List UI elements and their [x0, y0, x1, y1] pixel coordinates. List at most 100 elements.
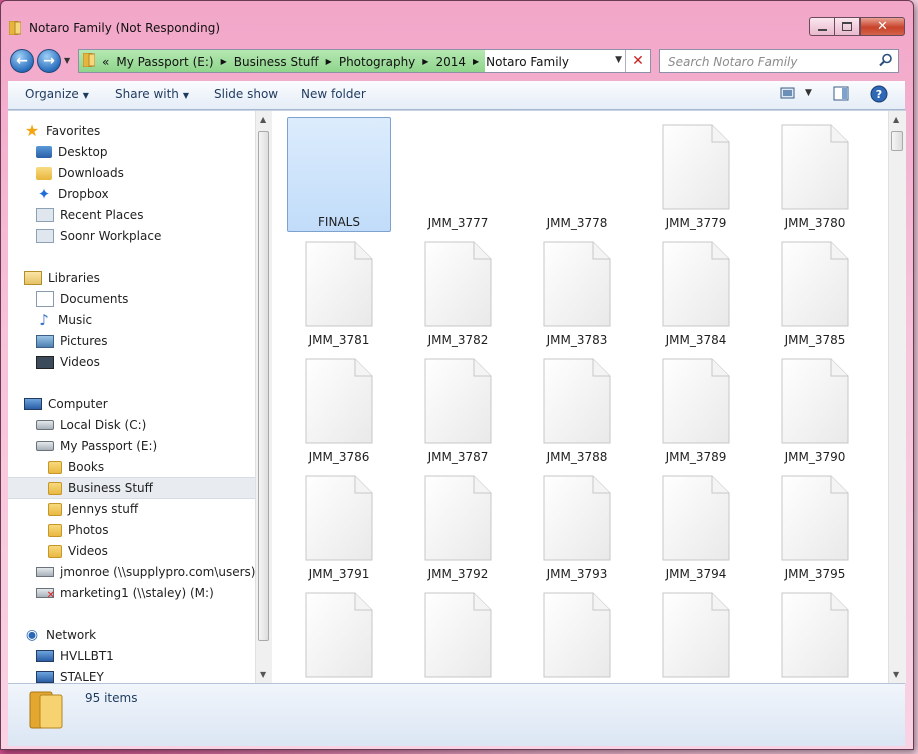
folder-item[interactable]: FINALS	[287, 117, 391, 232]
file-item[interactable]: JMM_3788	[525, 351, 629, 466]
file-item[interactable]: JMM_3785	[763, 234, 867, 349]
maximize-button[interactable]	[834, 17, 860, 36]
nav-network-drive-h[interactable]: jmonroe (\\supplypro.com\users) (H:)	[36, 562, 255, 582]
slide-show-button[interactable]: Slide show	[214, 87, 278, 101]
new-folder-button[interactable]: New folder	[301, 87, 366, 101]
search-input[interactable]	[666, 51, 870, 73]
scroll-down-icon[interactable]: ▼	[893, 670, 899, 679]
desktop-icon	[36, 146, 52, 158]
nav-books[interactable]: Books	[48, 457, 104, 477]
nav-music[interactable]: ♪ Music	[36, 310, 92, 330]
file-item[interactable]: JMM_3783	[525, 234, 629, 349]
nav-business-stuff[interactable]: Business Stuff	[8, 477, 255, 499]
file-item[interactable]	[763, 585, 867, 683]
file-list-scrollbar[interactable]: ▲ ▼	[888, 111, 906, 683]
breadcrumb-item[interactable]: Notaro Family	[486, 55, 569, 69]
file-item[interactable]: JMM_3784	[644, 234, 748, 349]
preview-pane-button[interactable]	[833, 86, 849, 104]
title-bar[interactable]: Notaro Family (Not Responding) ✕	[1, 1, 913, 39]
scroll-up-icon[interactable]: ▲	[260, 115, 266, 124]
file-item[interactable]: JMM_3791	[287, 468, 391, 583]
file-item[interactable]: JMM_3795	[763, 468, 867, 583]
nav-desktop[interactable]: Desktop	[36, 142, 108, 162]
nav-label: Computer	[48, 397, 108, 411]
organize-button[interactable]: Organize ▼	[25, 87, 89, 101]
file-item[interactable]	[644, 585, 748, 683]
nav-documents[interactable]: Documents	[36, 289, 128, 309]
nav-network[interactable]: ◉ Network	[24, 625, 96, 645]
recent-pages-dropdown[interactable]: ▼	[64, 56, 70, 65]
nav-staley[interactable]: STALEY	[36, 667, 104, 683]
change-view-button[interactable]	[780, 86, 796, 103]
address-bar[interactable]: « My Passport (E:) ▶ Business Stuff ▶ Ph…	[78, 49, 651, 73]
breadcrumb-item[interactable]: My Passport (E:)	[116, 55, 213, 69]
file-item[interactable]: JMM_3779	[644, 117, 748, 232]
item-count: 95 items	[85, 691, 138, 705]
file-item[interactable]: JMM_3790	[763, 351, 867, 466]
navigation-scrollbar[interactable]: ▲ ▼	[255, 111, 272, 683]
breadcrumb-item[interactable]: 2014	[435, 55, 466, 69]
file-item[interactable]: JMM_3781	[287, 234, 391, 349]
file-name: JMM_3785	[784, 333, 846, 347]
chevron-right-icon[interactable]: ▶	[326, 57, 332, 66]
nav-favorites[interactable]: ★ Favorites	[24, 121, 100, 141]
nav-soonr-workplace[interactable]: Soonr Workplace	[36, 226, 161, 246]
folder-icon	[8, 20, 22, 36]
nav-pictures[interactable]: Pictures	[36, 331, 108, 351]
scrollbar-thumb[interactable]	[891, 131, 903, 151]
share-with-button[interactable]: Share with ▼	[115, 87, 189, 101]
chevron-right-icon[interactable]: ▶	[422, 57, 428, 66]
nav-downloads[interactable]: Downloads	[36, 163, 124, 183]
file-item[interactable]	[406, 585, 510, 683]
view-options-dropdown[interactable]: ▼	[805, 88, 812, 98]
close-button[interactable]: ✕	[860, 17, 905, 36]
computer-icon	[24, 398, 42, 410]
nav-libraries[interactable]: Libraries	[24, 268, 100, 288]
chevron-right-icon[interactable]: ▶	[221, 57, 227, 66]
scrollbar-thumb[interactable]	[258, 131, 269, 641]
file-item[interactable]: JMM_3789	[644, 351, 748, 466]
file-item[interactable]: JMM_3778	[525, 117, 629, 232]
file-item[interactable]	[287, 585, 391, 683]
minimize-button[interactable]	[809, 17, 834, 36]
breadcrumb-overflow[interactable]: «	[102, 55, 109, 69]
address-dropdown-icon[interactable]: ▼	[615, 55, 622, 65]
help-button[interactable]: ?	[870, 85, 888, 106]
nav-videos-folder[interactable]: Videos	[48, 541, 108, 561]
nav-label: Recent Places	[60, 208, 144, 222]
chevron-right-icon[interactable]: ▶	[473, 57, 479, 66]
breadcrumb-item[interactable]: Business Stuff	[234, 55, 319, 69]
nav-photos[interactable]: Photos	[48, 520, 108, 540]
forward-button[interactable]: →	[37, 49, 61, 73]
file-item[interactable]	[525, 585, 629, 683]
nav-my-passport[interactable]: My Passport (E:)	[36, 436, 157, 456]
nav-jennys-stuff[interactable]: Jennys stuff	[48, 499, 138, 519]
breadcrumb-item[interactable]: Photography	[339, 55, 415, 69]
nav-local-disk[interactable]: Local Disk (C:)	[36, 415, 146, 435]
nav-recent-places[interactable]: Recent Places	[36, 205, 143, 225]
file-name: JMM_3782	[427, 333, 489, 347]
scroll-up-icon[interactable]: ▲	[893, 115, 899, 124]
file-name: JMM_3784	[665, 333, 727, 347]
nav-network-drive-m[interactable]: ✕ marketing1 (\\staley) (M:)	[36, 583, 214, 603]
file-item[interactable]: JMM_3782	[406, 234, 510, 349]
file-item[interactable]: JMM_3777	[406, 117, 510, 232]
file-item[interactable]: JMM_3786	[287, 351, 391, 466]
scroll-down-icon[interactable]: ▼	[260, 670, 266, 679]
file-item[interactable]: JMM_3780	[763, 117, 867, 232]
music-icon: ♪	[39, 311, 49, 329]
search-icon[interactable]	[879, 53, 893, 70]
maximize-icon	[842, 22, 852, 31]
soonr-icon	[36, 229, 54, 243]
nav-label: Dropbox	[58, 187, 109, 201]
file-item[interactable]: JMM_3792	[406, 468, 510, 583]
nav-computer[interactable]: Computer	[24, 394, 108, 414]
file-item[interactable]: JMM_3787	[406, 351, 510, 466]
nav-hvllbt1[interactable]: HVLLBT1	[36, 646, 114, 666]
nav-dropbox[interactable]: ✦ Dropbox	[36, 184, 109, 204]
nav-videos[interactable]: Videos	[36, 352, 100, 372]
stop-button[interactable]: ✕	[625, 50, 650, 72]
back-button[interactable]: ←	[10, 49, 34, 73]
file-item[interactable]: JMM_3794	[644, 468, 748, 583]
file-item[interactable]: JMM_3793	[525, 468, 629, 583]
